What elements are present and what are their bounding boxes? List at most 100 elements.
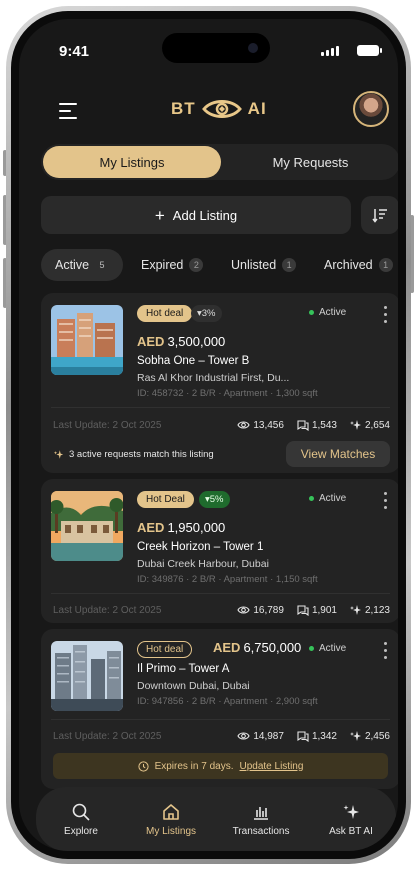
nav-label: Explore (64, 825, 98, 837)
divider (51, 407, 390, 408)
filter-tab-archived[interactable]: Archived 1 (324, 249, 393, 281)
tab-my-requests[interactable]: My Requests (223, 146, 398, 178)
listing-meta: ID: 947856 · 2 B/R · Apartment · 2,900 s… (137, 696, 318, 707)
price-change-badge: ▾5% (199, 491, 230, 508)
nav-label: Transactions (232, 825, 290, 837)
chart-icon (254, 806, 268, 820)
status-time: 9:41 (59, 43, 90, 60)
filter-tab-expired[interactable]: Expired 2 (141, 249, 204, 281)
more-options-icon[interactable] (384, 306, 388, 324)
ai-count: 2,456 (364, 730, 390, 742)
listing-photo (51, 641, 123, 711)
ai-matches-stat: 2,456 (349, 730, 390, 742)
chat-icon (297, 605, 309, 616)
eye-icon (237, 732, 250, 740)
hot-deal-badge: Hot Deal (137, 491, 194, 508)
more-options-icon[interactable] (384, 642, 388, 660)
nav-ask-bt-ai[interactable]: Ask BT AI (306, 793, 396, 845)
listing-card[interactable]: Hot Deal ▾5% Active AED 1,950,000 Creek H… (41, 479, 398, 623)
listing-meta: ID: 458732 · 2 B/R · Apartment · 1,300 s… (137, 388, 318, 399)
views-stat: 16,789 (237, 604, 284, 616)
filter-count: 1 (378, 258, 393, 272)
listing-location: Ras Al Khor Industrial First, Du... (137, 372, 290, 384)
expiry-text: Expires in 7 days. (154, 760, 234, 772)
menu-icon[interactable] (59, 103, 79, 119)
requests-stat: 1,342 (296, 730, 337, 742)
requests-count: 1,543 (311, 419, 337, 431)
price-amount: 1,950,000 (167, 520, 226, 535)
nav-label: Ask BT AI (329, 825, 373, 837)
filter-label: Archived (324, 258, 373, 272)
status-text: Active (319, 643, 347, 654)
listing-name: Creek Horizon – Tower 1 (137, 541, 264, 553)
listing-name: Sobha One – Tower B (137, 355, 250, 367)
chat-icon (297, 420, 309, 431)
active-dot-icon (309, 310, 314, 315)
avatar[interactable] (353, 91, 389, 127)
clock-icon (137, 760, 149, 772)
expiry-notice: Expires in 7 days. Update Listing (53, 753, 388, 779)
listing-name: Il Primo – Tower A (137, 663, 230, 675)
nav-transactions[interactable]: Transactions (216, 793, 306, 845)
eye-icon (237, 421, 250, 429)
filter-tab-unlisted[interactable]: Unlisted 1 (231, 249, 297, 281)
dynamic-island (162, 33, 270, 63)
home-icon (163, 803, 179, 820)
more-options-icon[interactable] (384, 492, 388, 510)
ai-count: 2,123 (364, 604, 390, 616)
status-text: Active (319, 307, 347, 318)
ai-matches-stat: 2,654 (349, 419, 390, 431)
eye-logo-icon (201, 100, 242, 118)
chat-icon (297, 731, 309, 742)
view-matches-button[interactable]: View Matches (286, 441, 390, 467)
listing-card[interactable]: Hot deal ▾3% Active AED 3,500,000 Sobha O… (41, 293, 398, 473)
add-listing-label: Add Listing (172, 207, 238, 223)
sparkle-icon (349, 605, 361, 615)
status-badge: Active (309, 307, 346, 318)
sparkle-icon (349, 731, 361, 741)
views-count: 16,789 (253, 604, 284, 616)
status-filter-tabs: Active 5 Expired 2 Unlisted 1 Archived 1 (41, 249, 398, 281)
logo-text-right: AI (247, 99, 267, 118)
add-listing-button[interactable]: + Add Listing (41, 196, 351, 234)
sparkle-icon (53, 450, 64, 459)
filter-tab-active[interactable]: Active 5 (41, 249, 124, 281)
active-dot-icon (309, 496, 314, 501)
tab-my-listings[interactable]: My Listings (43, 146, 221, 178)
nav-my-listings[interactable]: My Listings (126, 793, 216, 845)
update-listing-link[interactable]: Update Listing (240, 761, 304, 772)
hot-deal-badge: Hot deal (137, 641, 193, 658)
battery-icon (357, 45, 382, 56)
match-text: 3 active requests match this listing (69, 449, 214, 460)
price-amount: 3,500,000 (167, 334, 226, 349)
listing-card[interactable]: Hot deal AED 6,750,000 Active Il Primo – … (41, 629, 398, 789)
listing-stats: 14,987 1,342 2,456 (237, 730, 390, 742)
sort-button[interactable] (361, 196, 398, 234)
status-badge: Active (309, 643, 346, 654)
app-screen: 9:41 BT AI My Listings My Requests + Add… (19, 19, 398, 851)
filter-count: 1 (282, 258, 297, 272)
filter-label: Unlisted (231, 258, 277, 272)
listing-price: AED 3,500,000 (137, 334, 225, 349)
filter-count: 5 (99, 260, 105, 270)
views-stat: 13,456 (237, 419, 284, 431)
listing-stats: 16,789 1,901 2,123 (237, 604, 390, 616)
search-icon (72, 803, 90, 821)
last-update: Last Update: 2 Oct 2025 (53, 420, 162, 431)
last-update: Last Update: 2 Oct 2025 (53, 731, 162, 742)
app-logo: BT AI (171, 97, 267, 121)
listing-price: AED 1,950,000 (137, 520, 225, 535)
divider (51, 719, 390, 720)
phone-bezel: 9:41 BT AI My Listings My Requests + Add… (11, 11, 406, 859)
signal-icon (321, 46, 339, 56)
currency-label: AED (213, 640, 241, 655)
views-stat: 14,987 (237, 730, 284, 742)
nav-explore[interactable]: Explore (36, 793, 126, 845)
divider (51, 593, 390, 594)
hot-deal-badge: Hot deal (137, 305, 193, 322)
sparkle-icon (343, 804, 359, 819)
camera-icon (248, 43, 258, 53)
requests-count: 1,342 (311, 730, 337, 742)
listing-price: AED 6,750,000 (213, 640, 301, 655)
listing-segment-control: My Listings My Requests (41, 144, 398, 180)
